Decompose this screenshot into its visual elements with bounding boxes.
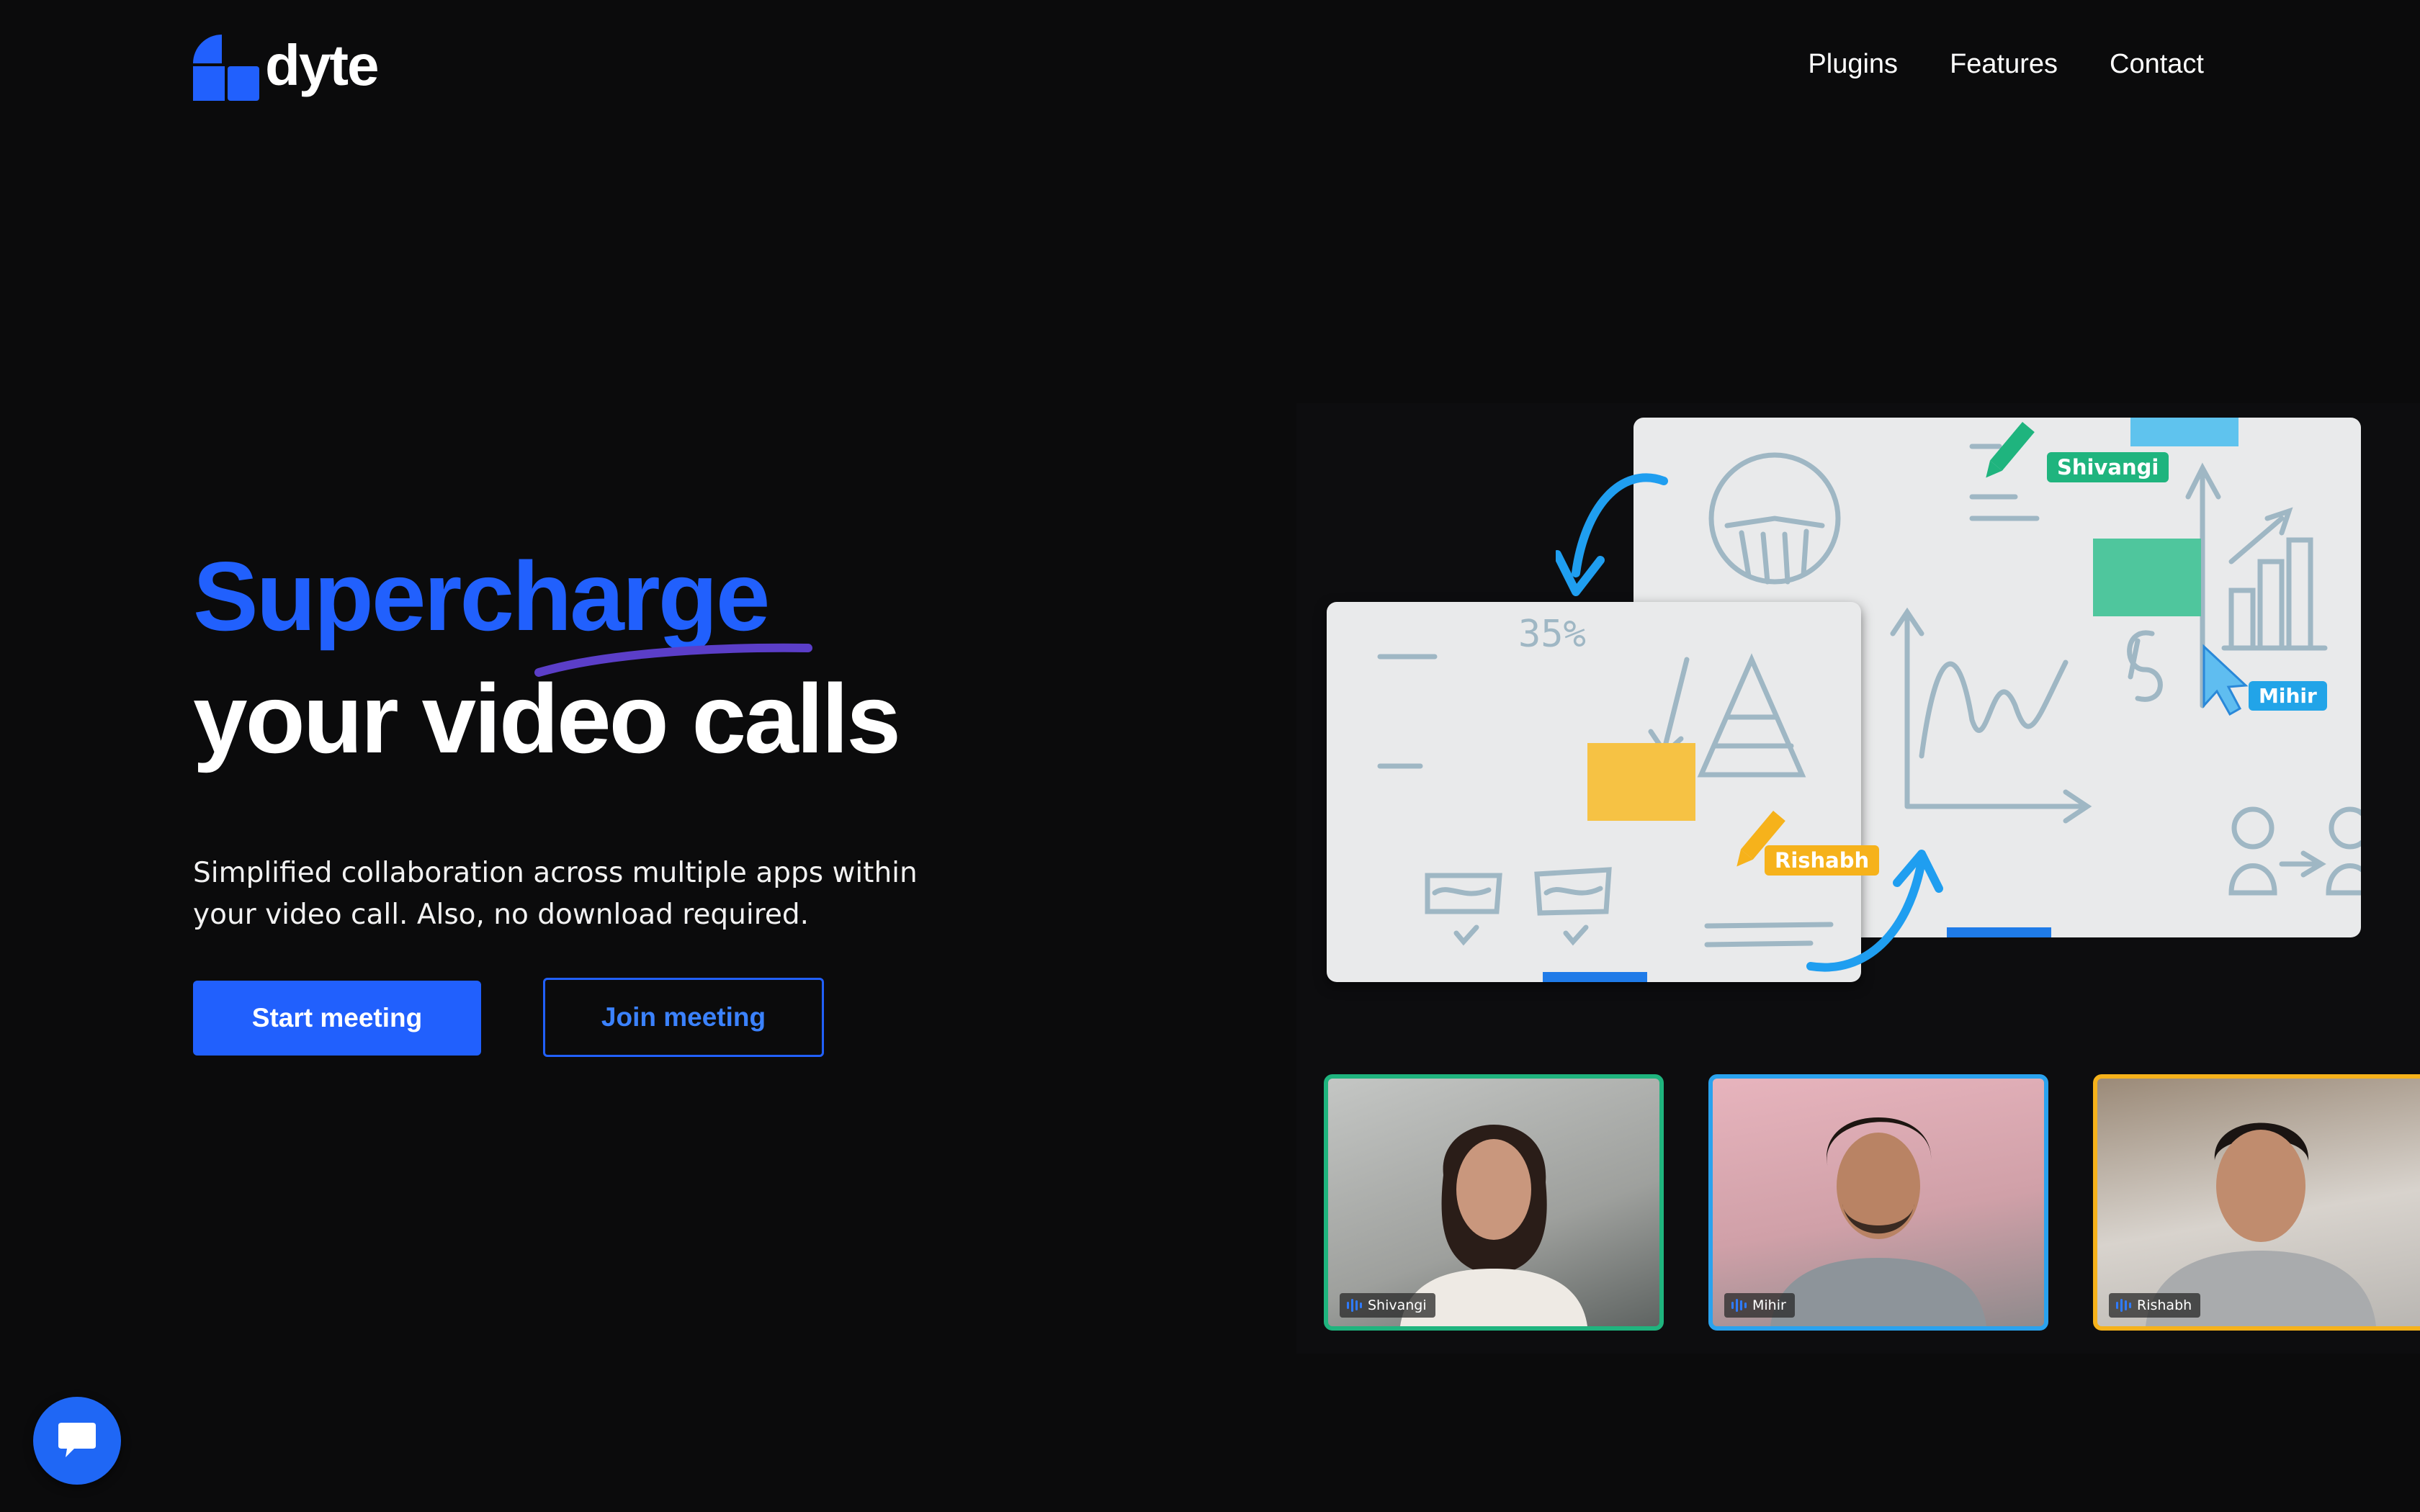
whiteboard-front: 35% (1327, 602, 1861, 982)
logo-text: dyte (265, 33, 379, 97)
hero-title: your video calls (193, 664, 901, 773)
chat-bubble-icon (58, 1423, 96, 1457)
dyte-logo[interactable]: dyte (193, 33, 379, 101)
participant-avatar (1770, 1117, 1986, 1326)
video-tile-mihir: Mihir (1708, 1074, 2048, 1331)
audio-level-icon (2116, 1299, 2131, 1312)
cursor-tag-shivangi: Shivangi (2047, 452, 2169, 482)
participant-name-badge: Mihir (1724, 1293, 1795, 1318)
dyte-logo-icon (193, 35, 259, 101)
collaboration-illustration: 35% Shivangi Mihir Rishabh Shivangi Mihi… (1296, 403, 2420, 1354)
participant-avatar (2146, 1122, 2376, 1326)
participant-avatar (1400, 1125, 1587, 1326)
participant-name: Mihir (1752, 1297, 1786, 1313)
audio-level-icon (1347, 1299, 1362, 1312)
nav-contact[interactable]: Contact (2110, 49, 2204, 80)
cursor-tag-rishabh: Rishabh (1765, 845, 1880, 876)
participant-name: Shivangi (1368, 1297, 1427, 1313)
whiteboard-front-sketches: 35% (1377, 613, 1834, 982)
cursor-tag-mihir: Mihir (2249, 681, 2327, 711)
landing-page: dyte Plugins Features Contact Supercharg… (0, 0, 2420, 1512)
participant-name-badge: Rishabh (2109, 1293, 2201, 1318)
video-tile-rishabh: Rishabh (2093, 1074, 2420, 1331)
chat-widget-button[interactable] (33, 1397, 121, 1485)
audio-level-icon (1731, 1299, 1747, 1312)
top-nav: Plugins Features Contact (1808, 49, 2204, 80)
nav-features[interactable]: Features (1950, 49, 2058, 80)
participant-name-badge: Shivangi (1340, 1293, 1435, 1318)
participant-name: Rishabh (2137, 1297, 2192, 1313)
video-tile-shivangi: Shivangi (1324, 1074, 1664, 1331)
start-meeting-button[interactable]: Start meeting (193, 981, 481, 1056)
hero-subtitle: Simplified collaboration across multiple… (193, 857, 918, 931)
curved-arrow-left-icon (1556, 473, 1668, 596)
join-meeting-button[interactable]: Join meeting (543, 978, 824, 1057)
nav-plugins[interactable]: Plugins (1808, 49, 1898, 80)
board-35-percent-text: 35% (1518, 613, 1586, 656)
